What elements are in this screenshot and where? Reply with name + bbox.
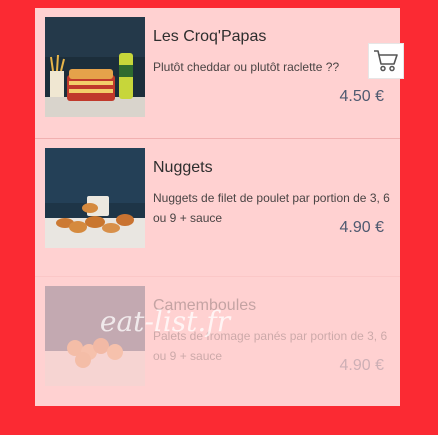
menu-item-nuggets[interactable]: Nuggets Nuggets de filet de poulet par p… [35, 138, 400, 269]
item-name: Les Croq'Papas [153, 28, 267, 45]
nuggets-image [45, 148, 145, 248]
menu-item-camemboules[interactable]: Camemboules Palets de fromage panés par … [35, 276, 400, 407]
item-description: Plutôt cheddar ou plutôt raclette ?? [153, 60, 340, 74]
item-name: Camemboules [153, 297, 257, 314]
add-to-cart-button[interactable] [368, 43, 404, 79]
item-name: Nuggets [153, 159, 213, 176]
menu-panel: Les Croq'Papas Plutôt cheddar ou plutôt … [35, 8, 404, 407]
item-price: 4.90 € [339, 357, 384, 374]
menu-item-croq-papas[interactable]: Les Croq'Papas Plutôt cheddar ou plutôt … [35, 8, 404, 138]
croq-papas-image [45, 17, 145, 117]
item-price: 4.90 € [339, 219, 384, 236]
item-price: 4.50 € [339, 88, 384, 105]
shopping-cart-icon [374, 50, 398, 72]
camemboules-image [45, 286, 145, 386]
